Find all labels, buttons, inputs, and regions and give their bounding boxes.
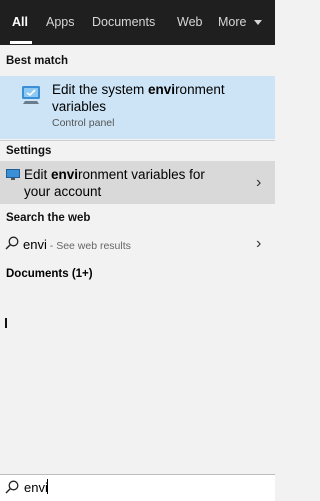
divider bbox=[0, 140, 275, 141]
tab-more[interactable]: More bbox=[218, 0, 262, 45]
web-result-text: envi - See web results bbox=[23, 237, 131, 252]
settings-item-title: Edit environment variables for your acco… bbox=[24, 166, 229, 200]
search-category-bar: All Apps Documents Web More bbox=[0, 0, 275, 45]
caret-down-icon bbox=[253, 20, 262, 26]
search-input[interactable]: envi bbox=[24, 480, 48, 495]
section-best-match: Best match bbox=[6, 55, 68, 67]
search-icon bbox=[5, 236, 19, 250]
settings-monitor-icon bbox=[6, 168, 20, 180]
best-match-title-pre: Edit the system bbox=[52, 82, 149, 97]
web-result-query: envi bbox=[23, 237, 47, 252]
tab-web[interactable]: Web bbox=[177, 0, 202, 45]
tab-documents[interactable]: Documents bbox=[92, 0, 155, 45]
best-match-subtitle: Control panel bbox=[52, 117, 115, 129]
settings-title-pre: Edit bbox=[24, 167, 52, 182]
best-match-title-bold: envi bbox=[148, 82, 176, 97]
section-documents[interactable]: Documents (1+) bbox=[6, 268, 93, 280]
web-result-hint: - See web results bbox=[46, 240, 131, 252]
section-search-web: Search the web bbox=[6, 212, 91, 224]
tab-apps[interactable]: Apps bbox=[46, 0, 75, 45]
settings-title-bold: envi bbox=[51, 167, 79, 182]
control-panel-icon bbox=[20, 83, 42, 105]
chevron-right-icon[interactable]: › bbox=[256, 235, 261, 253]
chevron-right-icon[interactable]: › bbox=[256, 174, 261, 192]
tab-all-underline bbox=[10, 41, 32, 44]
section-settings: Settings bbox=[6, 145, 52, 157]
tab-all[interactable]: All bbox=[12, 0, 28, 45]
mouse-cursor bbox=[5, 318, 7, 328]
search-box-icon bbox=[5, 480, 19, 494]
best-match-title: Edit the system environment variables bbox=[52, 81, 262, 115]
tab-more-label: More bbox=[218, 15, 247, 29]
text-caret bbox=[47, 479, 48, 494]
